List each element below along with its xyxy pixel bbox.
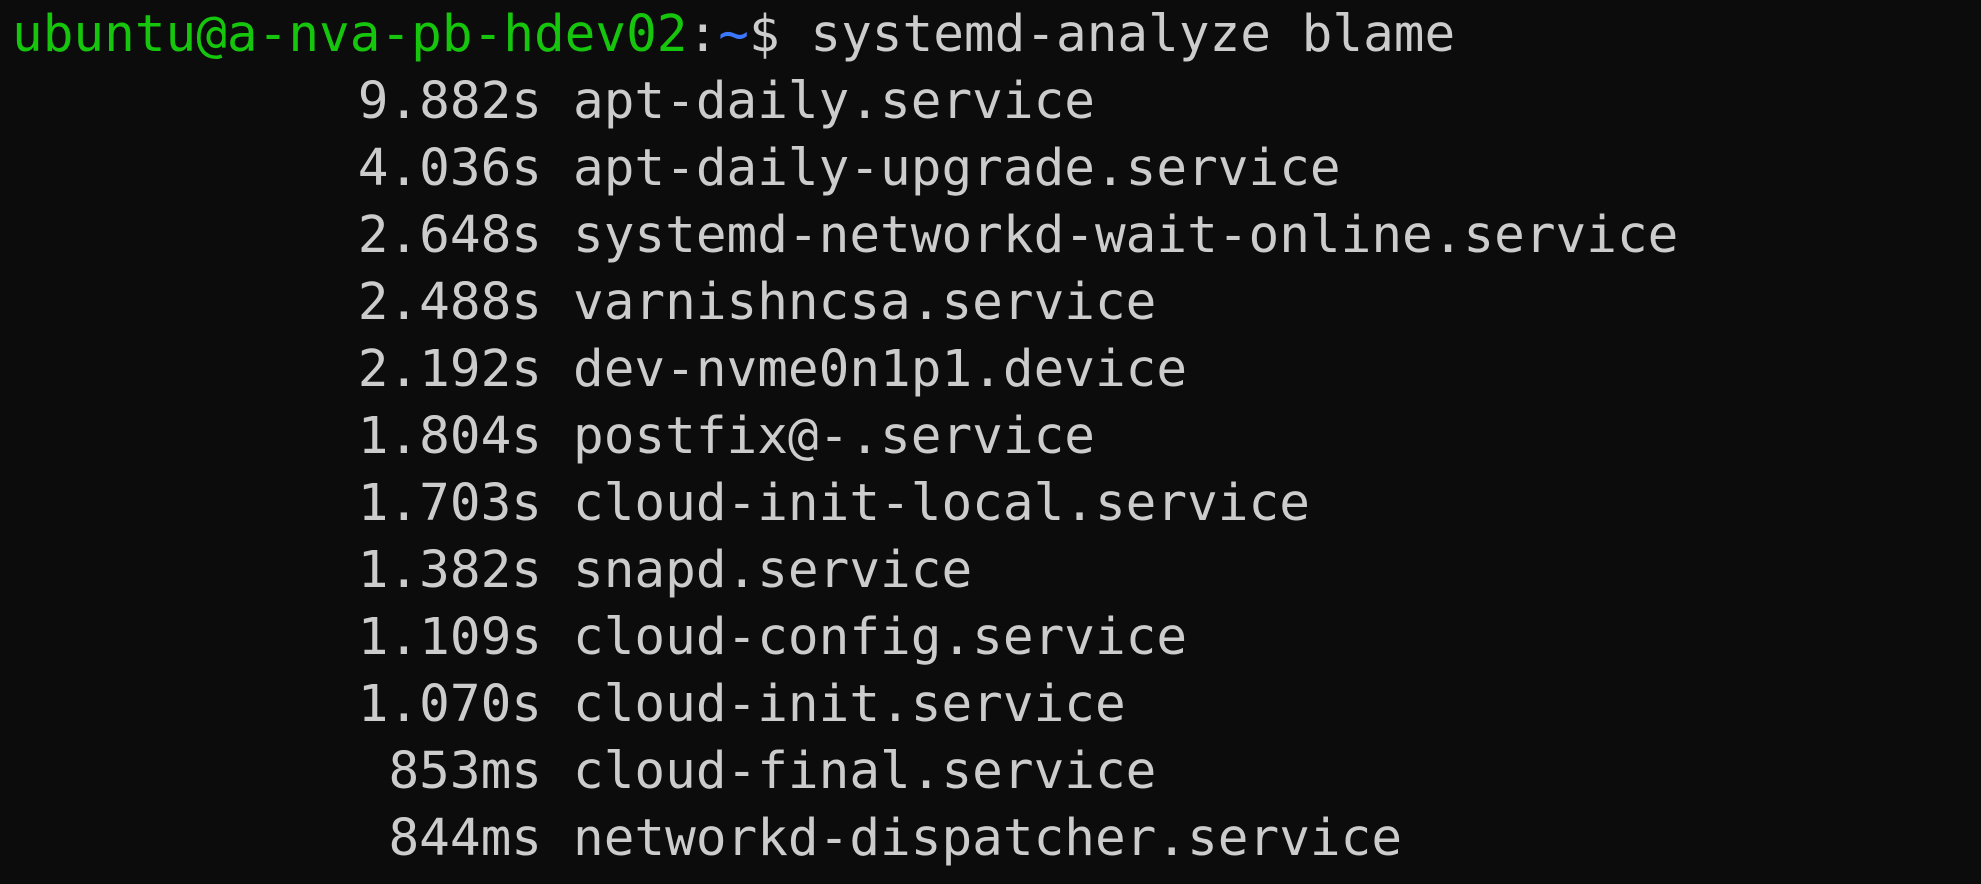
row-unit: cloud-final.service [573, 742, 1157, 801]
output-row: 853ms cloud-final.service [12, 738, 1156, 805]
row-unit: apt-daily-upgrade.service [573, 139, 1341, 198]
output-row: 2.488s varnishncsa.service [12, 269, 1157, 336]
row-unit: cloud-config.service [573, 608, 1188, 667]
row-unit: systemd-networkd-wait-online.service [573, 206, 1679, 265]
prompt-user-host: ubuntu@a-nva-pb-hdev02 [12, 5, 688, 64]
output-row: 2.648s systemd-networkd-wait-online.servi… [12, 202, 1679, 269]
output-row: 1.070s cloud-init.service [12, 671, 1126, 738]
row-time: 2.488s [357, 273, 542, 332]
row-time: 1.382s [357, 541, 542, 600]
prompt-line: ubuntu@a-nva-pb-hdev02:~$ systemd-analyz… [12, 1, 1455, 68]
prompt-dollar: $ [748, 5, 780, 64]
output-row: 1.703s cloud-init-local.service [12, 470, 1310, 537]
output-row: 9.882s apt-daily.service [12, 68, 1095, 135]
row-time: 4.036s [357, 139, 542, 198]
output-row: 2.192s dev-nvme0n1p1.device [12, 336, 1187, 403]
row-unit: postfix@-.service [573, 407, 1095, 466]
row-unit: cloud-init-local.service [573, 474, 1310, 533]
row-time: 1.109s [357, 608, 542, 667]
command-text: systemd-analyze blame [810, 5, 1456, 64]
prompt-colon: : [687, 5, 719, 64]
row-unit: dev-nvme0n1p1.device [573, 340, 1188, 399]
row-time: 2.192s [357, 340, 542, 399]
row-time: 1.804s [357, 407, 542, 466]
row-time: 2.648s [357, 206, 542, 265]
row-time: 1.070s [357, 675, 542, 734]
row-unit: snapd.service [573, 541, 973, 600]
terminal-window[interactable]: ubuntu@a-nva-pb-hdev02:~$ systemd-analyz… [0, 0, 1981, 884]
row-unit: cloud-init.service [573, 675, 1126, 734]
row-time: 853ms [388, 742, 542, 801]
row-unit: networkd-dispatcher.service [573, 809, 1403, 868]
output-row: 1.109s cloud-config.service [12, 604, 1187, 671]
output-row: 4.036s apt-daily-upgrade.service [12, 135, 1341, 202]
prompt-path: ~ [718, 5, 749, 64]
row-unit: apt-daily.service [573, 72, 1095, 131]
output-row: 1.382s snapd.service [12, 537, 972, 604]
output-row: 844ms networkd-dispatcher.service [12, 805, 1402, 872]
row-time: 844ms [388, 809, 542, 868]
output-row: 1.804s postfix@-.service [12, 403, 1095, 470]
row-unit: varnishncsa.service [573, 273, 1157, 332]
row-time: 9.882s [357, 72, 542, 131]
row-time: 1.703s [357, 474, 542, 533]
